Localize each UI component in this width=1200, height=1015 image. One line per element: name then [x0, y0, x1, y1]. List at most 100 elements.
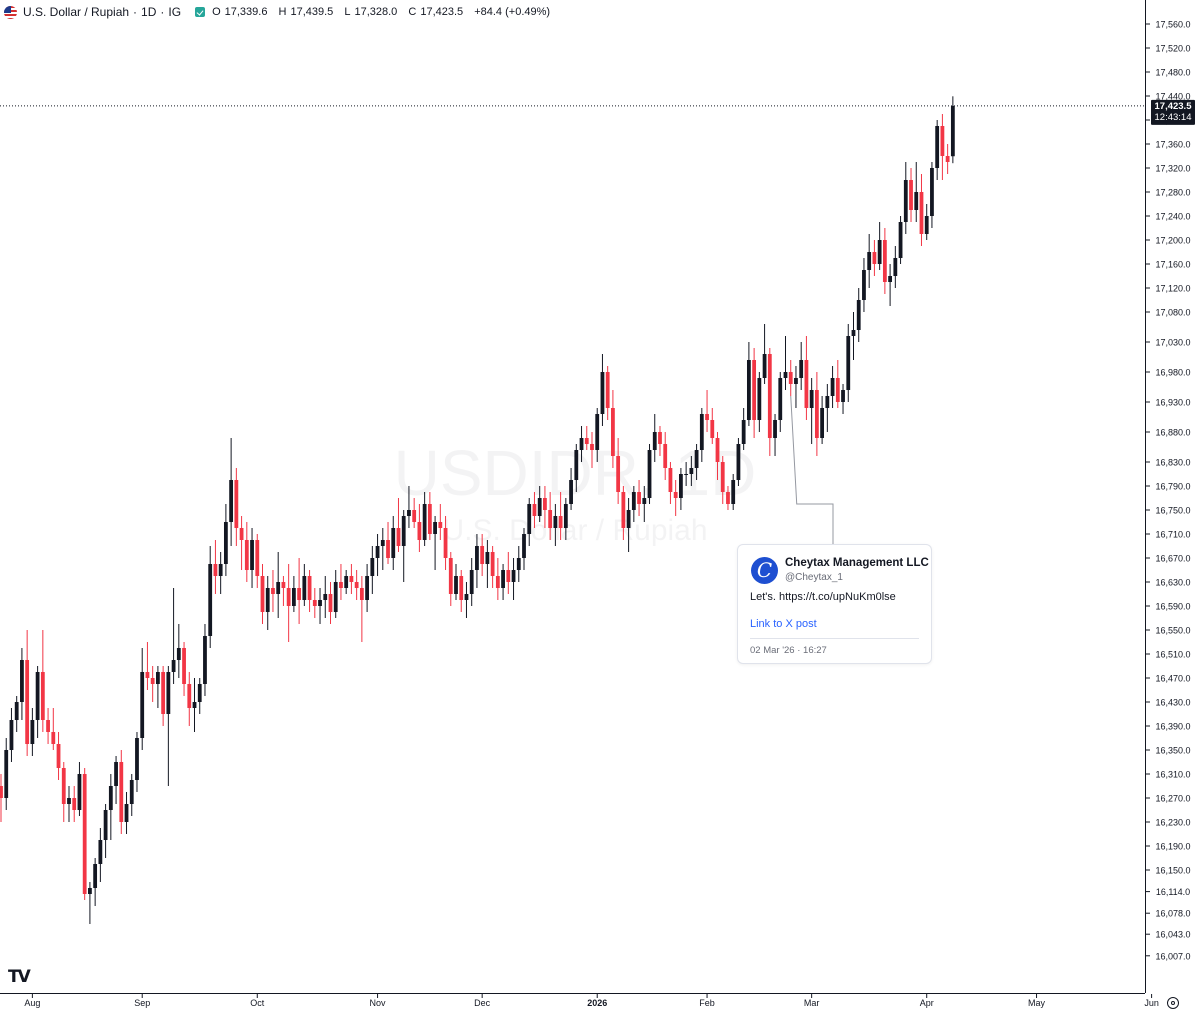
candle [25, 630, 30, 756]
candle-body [945, 156, 950, 162]
candle-body [103, 810, 108, 840]
candle [260, 564, 265, 624]
time-axis[interactable]: Aug Sep Oct Nov Dec 2026 Feb Mar Apr May Jun [24, 994, 1159, 1008]
candle-body [25, 660, 30, 744]
candle-body [642, 498, 647, 504]
candle-body [176, 648, 181, 660]
candle-body [98, 840, 103, 864]
candle [464, 582, 469, 618]
interval-label[interactable]: 1D [141, 5, 156, 19]
candle-body [260, 576, 265, 612]
candle [511, 558, 516, 600]
candle-body [631, 492, 636, 510]
candle-body [108, 786, 113, 810]
price-axis-label: 16,980.0 [1155, 368, 1190, 378]
candle-body [762, 354, 767, 378]
candle-body [82, 774, 87, 894]
close-value: 17,423.5 [420, 6, 464, 18]
candle-body [950, 105, 955, 157]
price-axis-label: 17,280.0 [1155, 188, 1190, 198]
separator: · [133, 5, 138, 19]
candle [600, 354, 605, 426]
chart-settings-icon[interactable] [1167, 997, 1179, 1009]
candle [61, 762, 66, 822]
candle [208, 546, 213, 648]
candle-body [14, 702, 19, 720]
candle-body [548, 510, 553, 528]
price-axis-label: 17,480.0 [1155, 68, 1190, 78]
candle [349, 564, 354, 594]
candle [909, 168, 913, 222]
candle-body [459, 576, 464, 600]
candle [223, 504, 228, 576]
candle-body [318, 600, 322, 606]
candle [56, 732, 61, 780]
candle-body [67, 798, 71, 804]
candle [103, 804, 108, 858]
price-axis-label: 17,520.0 [1155, 44, 1190, 54]
candle [250, 528, 254, 588]
candle-body [244, 540, 249, 570]
candle [365, 564, 369, 612]
candle [767, 348, 772, 456]
candle [307, 570, 312, 612]
candle-body [584, 438, 589, 444]
candle-body [370, 558, 375, 576]
candle-body [380, 540, 385, 546]
candle-body [0, 786, 3, 798]
candle-body [663, 444, 668, 468]
candle-body [407, 510, 411, 516]
candle-body [114, 762, 118, 786]
candle-body [156, 672, 160, 684]
price-axis-label: 17,200.0 [1155, 236, 1190, 246]
candles-layer [0, 96, 955, 924]
candle-body [213, 564, 218, 576]
candle-body [767, 354, 772, 438]
time-axis-label: Dec [474, 998, 491, 1008]
candle-body [490, 552, 495, 576]
tradingview-logo-icon[interactable]: TV [8, 967, 31, 987]
candle-body [286, 588, 291, 606]
candle [516, 546, 521, 582]
candle [359, 576, 364, 642]
candle-body [543, 498, 547, 510]
open-value: 17,339.6 [224, 6, 268, 18]
candle-body [93, 864, 98, 888]
price-chart[interactable]: USDIDR, 1D U.S. Dollar / Rupiah 17,560.0… [0, 0, 1200, 1015]
candle [286, 564, 291, 642]
candle-body [344, 576, 349, 588]
low-label: L [344, 6, 351, 18]
candle [783, 336, 788, 390]
candle-body [537, 498, 542, 516]
symbol-title[interactable]: U.S. Dollar / Rupiah [23, 5, 129, 19]
tweet-card[interactable]: C Cheytax Management LLC @Cheytax_1 Let'… [737, 544, 932, 664]
candle-body [30, 720, 35, 744]
candle [485, 540, 490, 588]
price-axis-label: 16,630.0 [1155, 578, 1190, 588]
candle [454, 564, 458, 600]
tweet-link[interactable]: Link to X post [750, 618, 817, 630]
us-flag-icon [4, 5, 17, 19]
candle-body [804, 360, 809, 408]
candle-body [495, 576, 500, 588]
candle-body [600, 372, 605, 414]
candle [312, 588, 317, 618]
candle [88, 882, 92, 924]
candle-body [234, 480, 239, 528]
price-axis[interactable]: 17,560.017,520.017,480.017,440.017,400.0… [1146, 20, 1191, 962]
candle-body [40, 672, 45, 720]
candle-body [171, 660, 176, 672]
candle [867, 234, 872, 288]
symbol-legend[interactable]: U.S. Dollar / Rupiah · 1D · IG O 17,339.6… [0, 3, 554, 21]
candle [506, 552, 511, 594]
candle [354, 570, 359, 600]
candle [888, 264, 892, 306]
candle [291, 576, 296, 612]
candle-body [150, 678, 155, 684]
candle [605, 366, 610, 420]
time-axis-label: Feb [699, 998, 715, 1008]
candle-body [506, 570, 511, 582]
candle-body [788, 372, 793, 384]
candle [229, 438, 234, 546]
candle-body [391, 528, 396, 558]
